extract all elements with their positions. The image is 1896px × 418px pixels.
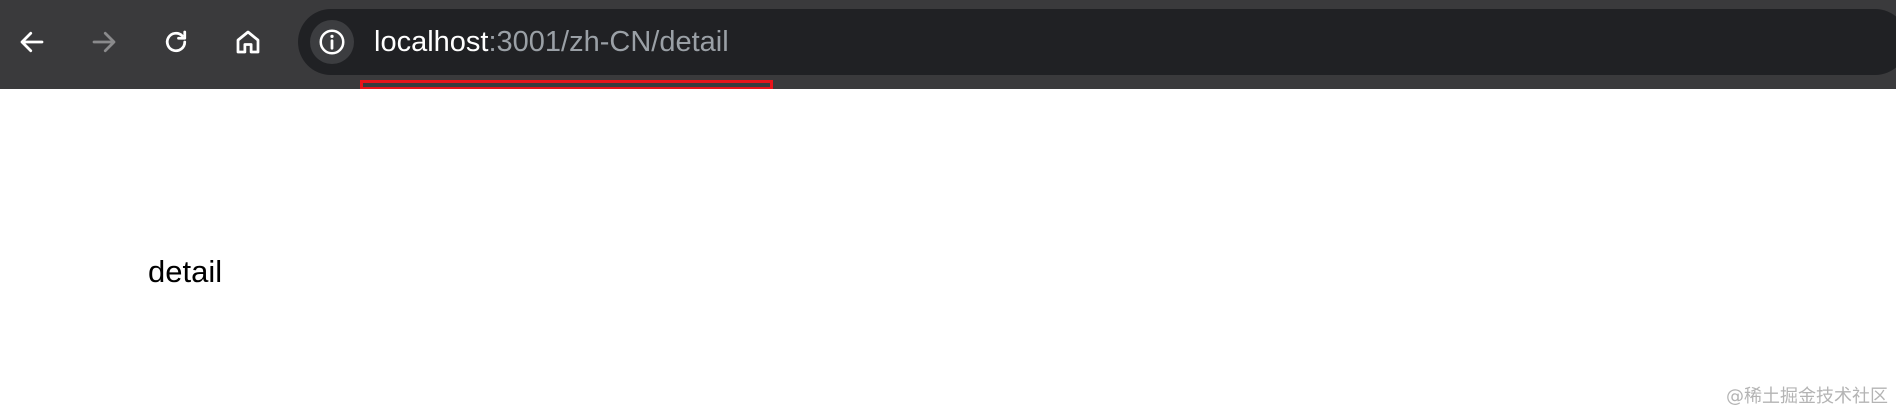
- url-text[interactable]: localhost:3001/zh-CN/detail: [374, 26, 729, 58]
- arrow-right-icon: [92, 31, 116, 53]
- back-button[interactable]: [12, 22, 52, 62]
- site-info-button[interactable]: [310, 20, 354, 64]
- page-body-text: detail: [148, 254, 223, 289]
- browser-toolbar: localhost:3001/zh-CN/detail: [0, 0, 1896, 90]
- forward-button[interactable]: [84, 22, 124, 62]
- url-host: localhost: [374, 26, 489, 58]
- home-icon: [236, 30, 260, 54]
- info-icon: [319, 29, 345, 55]
- home-button[interactable]: [228, 22, 268, 62]
- page-content: detail: [0, 89, 1896, 418]
- arrow-left-icon: [20, 31, 44, 53]
- reload-button[interactable]: [156, 22, 196, 62]
- url-path: :3001/zh-CN/detail: [488, 26, 729, 58]
- reload-icon: [165, 30, 187, 53]
- watermark: @稀土掘金技术社区: [1726, 386, 1888, 407]
- address-bar[interactable]: localhost:3001/zh-CN/detail: [298, 9, 1896, 75]
